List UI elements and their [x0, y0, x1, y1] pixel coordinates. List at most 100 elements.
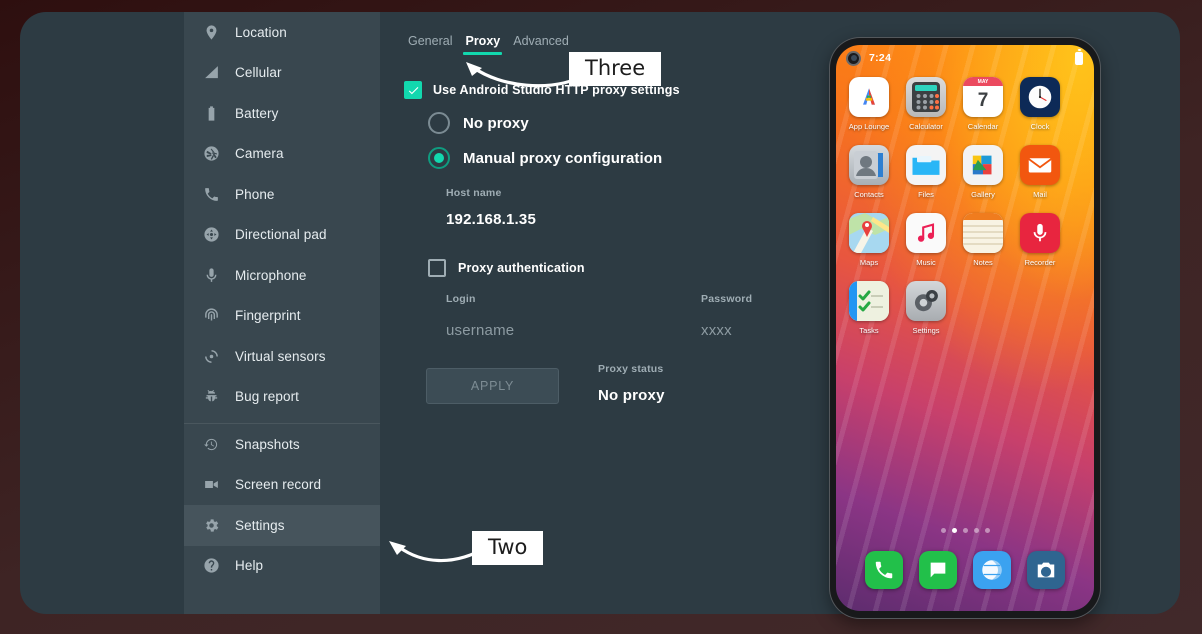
battery-icon	[202, 104, 220, 122]
app-row: Tasks Settings	[849, 281, 1081, 335]
page-dot[interactable]	[984, 528, 990, 533]
tab-advanced[interactable]: Advanced	[513, 34, 569, 55]
page-dot-active[interactable]	[951, 528, 957, 533]
password-input[interactable]: xxxx	[701, 322, 752, 339]
sidebar-item-label: Microphone	[235, 267, 307, 283]
app-label: Tasks	[859, 326, 879, 335]
app-label: Recorder	[1024, 258, 1056, 267]
proxy-status-label: Proxy status	[598, 363, 664, 375]
page-dot[interactable]	[962, 528, 968, 533]
sidebar-group-tools: Snapshots Screen record Settings Help	[184, 424, 380, 586]
page-indicator-dots[interactable]	[836, 528, 1094, 533]
login-input[interactable]: username	[446, 322, 514, 339]
calendar-day: 7	[977, 90, 989, 111]
sidebar-item-virtual-sensors[interactable]: Virtual sensors	[184, 336, 380, 377]
camera-aperture-icon	[202, 145, 220, 163]
gallery-icon	[963, 145, 1003, 185]
sidebar-item-camera[interactable]: Camera	[184, 134, 380, 175]
sidebar-item-label: Phone	[235, 186, 275, 202]
app-contacts[interactable]: Contacts	[849, 145, 889, 199]
sidebar-item-cellular[interactable]: Cellular	[184, 53, 380, 94]
page-dot[interactable]	[940, 528, 946, 533]
app-maps[interactable]: Maps	[849, 213, 889, 267]
sidebar-item-fingerprint[interactable]: Fingerprint	[184, 296, 380, 337]
dock-messages-icon[interactable]	[919, 551, 957, 589]
tab-general[interactable]: General	[408, 34, 452, 55]
app-calendar[interactable]: MAY 7 Calendar	[963, 77, 1003, 131]
app-calculator[interactable]: Calculator	[906, 77, 946, 131]
page-dot[interactable]	[973, 528, 979, 533]
use-android-studio-proxy-checkbox[interactable]	[404, 81, 422, 99]
sidebar-item-phone[interactable]: Phone	[184, 174, 380, 215]
no-proxy-radio-row[interactable]: No proxy	[428, 112, 820, 134]
app-label: Gallery	[971, 190, 995, 199]
calendar-icon: MAY 7	[963, 77, 1003, 117]
files-folder-icon	[906, 145, 946, 185]
sidebar-item-label: Fingerprint	[235, 308, 301, 324]
sidebar-item-microphone[interactable]: Microphone	[184, 255, 380, 296]
dock-phone-icon[interactable]	[865, 551, 903, 589]
app-files[interactable]: Files	[906, 145, 946, 199]
sidebar: Location Cellular Battery Camera Phone D…	[184, 12, 380, 614]
bug-icon	[202, 388, 220, 406]
sidebar-item-label: Battery	[235, 105, 279, 121]
manual-proxy-radio[interactable]	[428, 147, 450, 169]
app-label: Settings	[912, 326, 940, 335]
app-label: Contacts	[854, 190, 884, 199]
app-recorder[interactable]: Recorder	[1020, 213, 1060, 267]
app-app-lounge[interactable]: App Lounge	[849, 77, 889, 131]
app-clock[interactable]: Clock	[1020, 77, 1060, 131]
sidebar-item-label: Bug report	[235, 389, 300, 405]
password-field: Password xxxx	[701, 293, 752, 339]
dock-browser-icon[interactable]	[973, 551, 1011, 589]
no-proxy-label: No proxy	[463, 114, 529, 132]
sidebar-group-devices: Location Cellular Battery Camera Phone D…	[184, 12, 380, 417]
sidebar-item-label: Camera	[235, 146, 284, 162]
proxy-authentication-checkbox[interactable]	[428, 259, 446, 277]
calculator-icon	[906, 77, 946, 117]
sidebar-item-help[interactable]: Help	[184, 546, 380, 587]
manual-proxy-radio-row[interactable]: Manual proxy configuration	[428, 147, 820, 169]
sidebar-item-screen-record[interactable]: Screen record	[184, 465, 380, 506]
app-label: Mail	[1033, 190, 1047, 199]
host-name-label: Host name	[446, 187, 502, 199]
app-music[interactable]: Music	[906, 213, 946, 267]
proxy-settings-panel: General Proxy Advanced Use Android Studi…	[380, 12, 820, 614]
sidebar-item-label: Help	[235, 558, 264, 574]
app-label: Calculator	[909, 122, 943, 131]
app-notes[interactable]: Notes	[963, 213, 1003, 267]
app-label: Calendar	[967, 122, 999, 131]
sidebar-item-label: Settings	[235, 517, 285, 533]
maps-icon	[849, 213, 889, 253]
tab-proxy[interactable]: Proxy	[463, 34, 502, 55]
sidebar-item-battery[interactable]: Battery	[184, 93, 380, 134]
no-proxy-radio[interactable]	[428, 112, 450, 134]
app-label: Files	[918, 190, 934, 199]
app-mail[interactable]: Mail	[1020, 145, 1060, 199]
proxy-authentication-label: Proxy authentication	[458, 261, 585, 275]
sidebar-item-location[interactable]: Location	[184, 12, 380, 53]
notes-icon	[963, 213, 1003, 253]
recorder-microphone-icon	[1020, 213, 1060, 253]
device-emulator-frame: 7:24 App Lounge Calculator MAY 7 Calenda…	[830, 38, 1100, 618]
sidebar-item-label: Cellular	[235, 65, 282, 81]
proxy-authentication-row[interactable]: Proxy authentication	[428, 259, 820, 277]
history-clock-icon	[202, 435, 220, 453]
app-tasks[interactable]: Tasks	[849, 281, 889, 335]
app-label: Notes	[973, 258, 993, 267]
app-gallery[interactable]: Gallery	[963, 145, 1003, 199]
contacts-icon	[849, 145, 889, 185]
host-name-input[interactable]: 192.168.1.35	[446, 211, 820, 228]
sidebar-item-bug-report[interactable]: Bug report	[184, 377, 380, 418]
location-pin-icon	[202, 23, 220, 41]
app-settings[interactable]: Settings	[906, 281, 946, 335]
dock	[836, 541, 1094, 599]
sidebar-item-snapshots[interactable]: Snapshots	[184, 424, 380, 465]
sidebar-item-settings[interactable]: Settings	[184, 505, 380, 546]
fingerprint-icon	[202, 307, 220, 325]
device-screen[interactable]: 7:24 App Lounge Calculator MAY 7 Calenda…	[836, 45, 1094, 611]
dock-camera-icon[interactable]	[1027, 551, 1065, 589]
apply-button[interactable]: APPLY	[426, 368, 559, 404]
app-label: Maps	[859, 258, 879, 267]
sidebar-item-directional-pad[interactable]: Directional pad	[184, 215, 380, 256]
